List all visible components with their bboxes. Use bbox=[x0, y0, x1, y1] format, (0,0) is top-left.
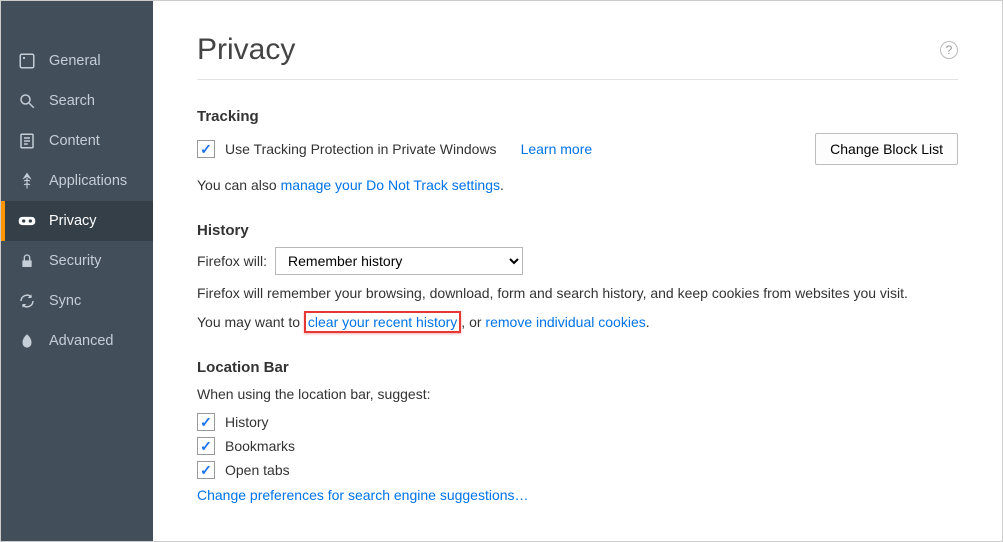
location-bar-heading: Location Bar bbox=[197, 359, 958, 376]
help-icon[interactable]: ? bbox=[940, 41, 958, 59]
sidebar-item-label: Security bbox=[49, 253, 101, 269]
sidebar-item-label: Privacy bbox=[49, 213, 97, 229]
suggest-history-label: History bbox=[225, 414, 269, 430]
suggest-opentabs-checkbox[interactable] bbox=[197, 461, 215, 479]
sidebar-item-label: Search bbox=[49, 93, 95, 109]
manage-dnt-link[interactable]: manage your Do Not Track settings bbox=[281, 177, 500, 193]
privacy-icon bbox=[15, 211, 39, 231]
sidebar: General Search Content Applications Priv… bbox=[1, 1, 153, 541]
suggest-bookmarks-checkbox[interactable] bbox=[197, 437, 215, 455]
tracking-protection-label: Use Tracking Protection in Private Windo… bbox=[225, 141, 497, 157]
suggest-history-checkbox[interactable] bbox=[197, 413, 215, 431]
search-icon bbox=[15, 91, 39, 111]
location-bar-section: Location Bar When using the location bar… bbox=[197, 359, 958, 506]
sync-icon bbox=[15, 291, 39, 311]
history-heading: History bbox=[197, 222, 958, 239]
learn-more-link[interactable]: Learn more bbox=[521, 141, 593, 157]
history-actions-line: You may want to clear your recent histor… bbox=[197, 312, 958, 333]
sidebar-item-sync[interactable]: Sync bbox=[1, 281, 153, 321]
location-suggest-label: When using the location bar, suggest: bbox=[197, 384, 958, 405]
page-title: Privacy bbox=[197, 33, 295, 67]
sidebar-item-label: Content bbox=[49, 133, 100, 149]
title-row: Privacy ? bbox=[197, 33, 958, 80]
sidebar-item-label: Applications bbox=[49, 173, 127, 189]
suggest-bookmarks-label: Bookmarks bbox=[225, 438, 295, 454]
sidebar-item-search[interactable]: Search bbox=[1, 81, 153, 121]
history-description: Firefox will remember your browsing, dow… bbox=[197, 283, 958, 304]
applications-icon bbox=[15, 171, 39, 191]
sidebar-item-applications[interactable]: Applications bbox=[1, 161, 153, 201]
search-suggestions-prefs-link[interactable]: Change preferences for search engine sug… bbox=[197, 487, 529, 503]
remove-individual-cookies-link[interactable]: remove individual cookies bbox=[485, 314, 645, 330]
sidebar-item-advanced[interactable]: Advanced bbox=[1, 321, 153, 361]
sidebar-item-security[interactable]: Security bbox=[1, 241, 153, 281]
general-icon bbox=[15, 51, 39, 71]
suggest-opentabs-label: Open tabs bbox=[225, 462, 290, 478]
sidebar-item-label: Advanced bbox=[49, 333, 114, 349]
history-mode-select[interactable]: Remember history bbox=[275, 247, 523, 275]
sidebar-item-general[interactable]: General bbox=[1, 41, 153, 81]
clear-recent-history-link[interactable]: clear your recent history bbox=[304, 311, 461, 333]
sidebar-item-label: General bbox=[49, 53, 101, 69]
dnt-line: You can also manage your Do Not Track se… bbox=[197, 175, 958, 196]
sidebar-item-label: Sync bbox=[49, 293, 81, 309]
sidebar-item-content[interactable]: Content bbox=[1, 121, 153, 161]
content-icon bbox=[15, 131, 39, 151]
sidebar-item-privacy[interactable]: Privacy bbox=[1, 201, 153, 241]
tracking-section: Tracking Use Tracking Protection in Priv… bbox=[197, 108, 958, 196]
tracking-heading: Tracking bbox=[197, 108, 958, 125]
firefox-will-label: Firefox will: bbox=[197, 253, 267, 269]
change-block-list-button[interactable]: Change Block List bbox=[815, 133, 958, 165]
content-area: Privacy ? Tracking Use Tracking Protecti… bbox=[153, 1, 1002, 541]
history-section: History Firefox will: Remember history F… bbox=[197, 222, 958, 333]
advanced-icon bbox=[15, 331, 39, 351]
lock-icon bbox=[15, 251, 39, 271]
tracking-protection-checkbox[interactable] bbox=[197, 140, 215, 158]
